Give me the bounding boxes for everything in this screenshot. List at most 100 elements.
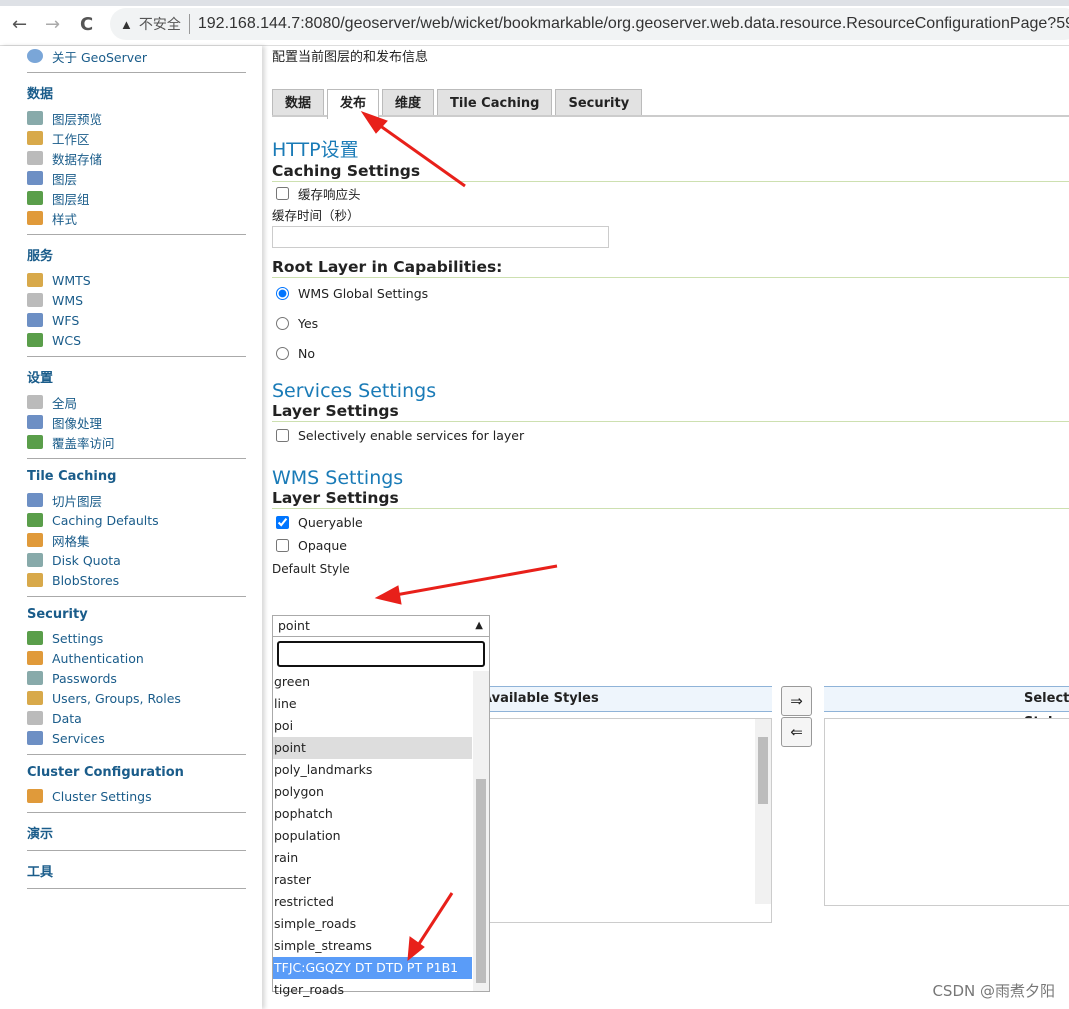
options-scrollbar[interactable] — [473, 671, 489, 991]
style-option[interactable]: TFJC:GGQZY DT DTD PT P1B1 — [273, 957, 472, 979]
no-radio[interactable] — [276, 346, 289, 360]
tab-publishing[interactable]: 发布 — [327, 89, 380, 119]
default-style-select[interactable]: point ▲ — [273, 616, 489, 637]
style-option[interactable]: poi — [273, 715, 472, 737]
sidebar-item-icon — [27, 435, 43, 449]
sidebar-item-icon — [27, 171, 43, 185]
sidebar-item[interactable]: 数据存储 — [27, 148, 246, 168]
wms-global-radio[interactable] — [276, 286, 289, 300]
wms-heading: WMS Settings — [272, 467, 404, 489]
add-style-button[interactable]: ⇒ — [781, 686, 812, 716]
yes-radio[interactable] — [276, 316, 289, 330]
sidebar-item-label: Caching Defaults — [52, 512, 159, 528]
sidebar-item[interactable]: Cluster Settings — [27, 786, 246, 806]
sidebar-item[interactable]: 覆盖率访问 — [27, 432, 246, 452]
sidebar-item[interactable]: Caching Defaults — [27, 510, 246, 530]
remove-style-button[interactable]: ⇐ — [781, 717, 812, 747]
sidebar-item[interactable]: Authentication — [27, 648, 246, 668]
sidebar-item[interactable]: 切片图层 — [27, 490, 246, 510]
sidebar-item[interactable]: Passwords — [27, 668, 246, 688]
forward-button[interactable]: → — [45, 14, 60, 35]
sidebar-item[interactable]: 网格集 — [27, 530, 246, 550]
style-option[interactable]: population — [273, 825, 472, 847]
style-option[interactable]: green — [273, 671, 472, 693]
sidebar-item[interactable]: BlobStores — [27, 570, 246, 590]
sidebar-item-label: Cluster Settings — [52, 788, 152, 804]
sidebar-item[interactable]: Data — [27, 708, 246, 728]
sidebar-item-icon — [27, 651, 43, 665]
style-option[interactable]: poly_landmarks — [273, 759, 472, 781]
style-option[interactable]: simple_streams — [273, 935, 472, 957]
sidebar-item[interactable]: 图层组 — [27, 188, 246, 208]
sidebar-section-title[interactable]: 设置 — [27, 367, 246, 386]
sidebar-item-label: Authentication — [52, 650, 144, 666]
address-bar[interactable]: ▲ 不安全 192.168.144.7:8080/geoserver/web/w… — [110, 8, 1069, 40]
sidebar-item-label: 图像处理 — [52, 415, 103, 431]
style-option[interactable]: pophatch — [273, 803, 472, 825]
tab-strip — [0, 0, 1069, 6]
scrollbar-thumb[interactable] — [476, 779, 486, 983]
sidebar-section-title[interactable]: 服务 — [27, 245, 246, 264]
sidebar-item[interactable]: Settings — [27, 628, 246, 648]
sidebar-item[interactable]: Users, Groups, Roles — [27, 688, 246, 708]
sidebar-item-icon — [27, 691, 43, 705]
sidebar-item-label: 样式 — [52, 211, 78, 227]
sidebar-section-title[interactable]: Cluster Configuration — [27, 765, 246, 780]
sidebar-section-title[interactable]: 数据 — [27, 83, 246, 102]
style-option[interactable]: point — [273, 737, 472, 759]
cache-headers-checkbox[interactable] — [276, 187, 289, 200]
sidebar-item[interactable]: Services — [27, 728, 246, 748]
opaque-checkbox[interactable] — [276, 539, 289, 552]
style-option[interactable]: polygon — [273, 781, 472, 803]
sidebar-item-icon — [27, 671, 43, 685]
sidebar-item[interactable]: WMTS — [27, 270, 246, 290]
radio-wms-global: WMS Global Settings — [276, 278, 1069, 308]
sidebar-item-label: Services — [52, 730, 105, 746]
sidebar-item[interactable]: WFS — [27, 310, 246, 330]
back-button[interactable]: ← — [12, 14, 27, 35]
queryable-checkbox[interactable] — [276, 516, 289, 529]
selected-styles-list[interactable] — [824, 718, 1069, 906]
style-option[interactable]: simple_roads — [273, 913, 472, 935]
style-option[interactable]: restricted — [273, 891, 472, 913]
available-styles-list[interactable] — [472, 718, 772, 923]
tab-dimensions[interactable]: 维度 — [382, 89, 435, 115]
sidebar-item[interactable]: 全局 — [27, 392, 246, 412]
sidebar-item-icon — [27, 513, 43, 527]
style-option[interactable]: rain — [273, 847, 472, 869]
scrollbar-thumb[interactable] — [758, 737, 768, 804]
tab-security[interactable]: Security — [555, 89, 643, 115]
sidebar-item-icon — [27, 211, 43, 225]
sidebar-item[interactable]: 样式 — [27, 208, 246, 228]
sidebar-item[interactable]: 工作区 — [27, 128, 246, 148]
sidebar-about[interactable]: 关于 GeoServer — [27, 46, 246, 66]
sidebar-section-title[interactable]: Tile Caching — [27, 469, 246, 484]
annotation-arrowhead — [374, 585, 402, 605]
style-search-input[interactable] — [277, 641, 485, 667]
sidebar-item[interactable]: WMS — [27, 290, 246, 310]
default-style-dropdown[interactable]: point ▲ green line poi point poly_landmarks po… — [272, 615, 490, 997]
services-layer-settings-heading: Layer Settings — [272, 402, 1069, 422]
sidebar-item[interactable]: 图层预览 — [27, 108, 246, 128]
sidebar-section-title[interactable]: 演示 — [27, 823, 246, 842]
sidebar-item-icon — [27, 553, 43, 567]
sidebar-item-icon — [27, 293, 43, 307]
available-scrollbar[interactable] — [755, 719, 771, 904]
sidebar-section: Security Settings Authentication Passwords U… — [27, 597, 246, 755]
style-option[interactable]: raster — [273, 869, 472, 891]
tab-tile-caching[interactable]: Tile Caching — [437, 89, 553, 115]
reload-button[interactable]: C — [80, 14, 93, 35]
sidebar-item[interactable]: 图层 — [27, 168, 246, 188]
sidebar-item[interactable]: 图像处理 — [27, 412, 246, 432]
style-option[interactable]: tiger_roads — [273, 979, 472, 1001]
sidebar-section-title[interactable]: Security — [27, 607, 246, 622]
sidebar-item-label: Settings — [52, 630, 104, 646]
sidebar-item[interactable]: WCS — [27, 330, 246, 350]
sidebar-section-title[interactable]: 工具 — [27, 861, 246, 880]
style-option[interactable]: line — [273, 693, 472, 715]
selective-services-checkbox[interactable] — [276, 429, 289, 442]
sidebar-item[interactable]: Disk Quota — [27, 550, 246, 570]
sidebar-item-icon — [27, 131, 43, 145]
tab-data[interactable]: 数据 — [272, 89, 325, 115]
cache-time-input[interactable] — [272, 226, 609, 248]
